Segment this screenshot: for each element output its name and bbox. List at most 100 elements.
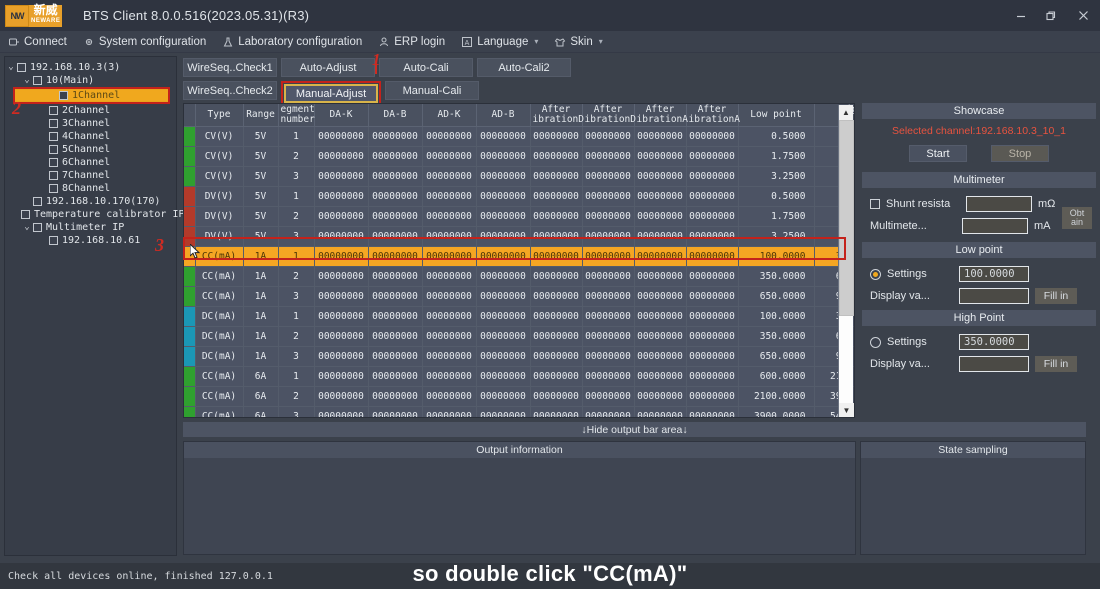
tree-item[interactable]: 3Channel — [5, 117, 176, 130]
hide-output-bar-button[interactable]: ↓Hide output bar area↓ — [183, 422, 1086, 437]
table-row[interactable]: DC(mA) 1A 3 00000000 00000000 00000000 0000000… — [184, 346, 854, 367]
table-row[interactable]: CC(mA) 6A 1 00000000 00000000 00000000 0000000… — [184, 366, 854, 387]
table-row-selected[interactable]: CC(mA) 1A 1 00000000 00000000 00000000 0000000… — [184, 246, 854, 267]
device-tree[interactable]: ⌄ 192.168.10.3(3) ⌄ 10(Main) 1Channel 2Channe… — [5, 57, 185, 247]
tree-item[interactable]: Temperature calibrator IP — [5, 208, 185, 221]
tree-checkbox[interactable] — [21, 210, 30, 219]
tree-item[interactable]: 8Channel — [5, 182, 176, 195]
tree-item[interactable]: 7Channel — [5, 169, 176, 182]
tree-item[interactable]: 4Channel — [5, 130, 176, 143]
tree-checkbox[interactable] — [49, 119, 58, 128]
tree-item[interactable]: 192.168.10.170(170) — [5, 195, 176, 208]
tree-checkbox[interactable] — [49, 236, 58, 245]
column-header[interactable]: After ibrationD — [530, 104, 584, 127]
tree-item[interactable]: 5Channel — [5, 143, 176, 156]
tree-checkbox[interactable] — [49, 145, 58, 154]
tab-manual-cali[interactable]: Manual-Cali — [385, 81, 479, 100]
shunt-resistance-checkbox[interactable] — [870, 199, 880, 209]
cell-type: CC(mA) — [195, 286, 244, 307]
row-status-strip — [184, 406, 196, 417]
tree-item[interactable]: ⌄ Multimeter IP — [5, 221, 176, 234]
high-point-settings-input[interactable]: 350.0000 — [959, 334, 1029, 350]
tree-checkbox[interactable] — [49, 171, 58, 180]
multimeter-input[interactable] — [962, 218, 1028, 234]
table-row[interactable]: DC(mA) 1A 1 00000000 00000000 00000000 0000000… — [184, 306, 854, 327]
column-header[interactable]: After ibrationD — [582, 104, 636, 127]
tab-auto-cali[interactable]: Auto-Cali — [379, 58, 473, 77]
table-row[interactable]: DV(V) 5V 1 00000000 00000000 00000000 00000000… — [184, 186, 854, 207]
obtain-button[interactable]: Obt ain — [1062, 207, 1092, 229]
low-point-settings-radio[interactable] — [870, 268, 881, 280]
column-header[interactable]: DA-K — [314, 104, 369, 127]
tree-checkbox[interactable] — [49, 106, 58, 115]
expand-collapse-icon[interactable]: ⌄ — [21, 74, 33, 87]
tab-manual-adjust[interactable]: Manual-Adjust — [284, 84, 378, 103]
column-header[interactable]: egment number — [278, 104, 315, 127]
tree-checkbox[interactable] — [33, 223, 42, 232]
menu-item-skin[interactable]: Skin ▾ — [546, 31, 610, 53]
tree-item[interactable]: 6Channel — [5, 156, 176, 169]
scroll-down-icon[interactable]: ▼ — [839, 403, 854, 417]
cell-adb: 00000000 — [476, 146, 531, 167]
table-row[interactable]: CC(mA) 6A 2 00000000 00000000 00000000 0000000… — [184, 386, 854, 407]
cell-a4: 00000000 — [686, 406, 739, 417]
column-header[interactable]: DA-B — [368, 104, 423, 127]
menu-item-language[interactable]: A Language ▾ — [453, 31, 546, 53]
expand-collapse-icon[interactable]: ⌄ — [5, 61, 17, 74]
menu-item-connect[interactable]: Connect — [0, 31, 75, 53]
table-row[interactable]: DV(V) 5V 3 00000000 00000000 00000000 00000000… — [184, 226, 854, 247]
table-row[interactable]: CV(V) 5V 2 00000000 00000000 00000000 00000000… — [184, 146, 854, 167]
column-header[interactable]: Type — [195, 104, 244, 127]
column-header[interactable]: AD-B — [476, 104, 531, 127]
column-header[interactable]: Low point — [738, 104, 815, 127]
tab-wireseq-check2[interactable]: WireSeq..Check2 — [183, 81, 277, 100]
table-row[interactable]: CC(mA) 1A 2 00000000 00000000 00000000 0000000… — [184, 266, 854, 287]
stop-button[interactable]: Stop — [991, 145, 1049, 162]
menu-item-erp-login[interactable]: ERP login — [370, 31, 453, 53]
table-row[interactable]: CV(V) 5V 3 00000000 00000000 00000000 00000000… — [184, 166, 854, 187]
table-row[interactable]: CV(V) 5V 1 00000000 00000000 00000000 00000000… — [184, 126, 854, 147]
tree-checkbox[interactable] — [33, 76, 42, 85]
tree-item[interactable]: 2Channel — [5, 104, 176, 117]
column-header[interactable]: After ibrationA — [634, 104, 688, 127]
column-header[interactable]: After ibrationA — [686, 104, 740, 127]
tree-checkbox[interactable] — [49, 184, 58, 193]
column-header[interactable]: AD-K — [422, 104, 477, 127]
restore-icon[interactable] — [1036, 0, 1066, 31]
column-header[interactable]: Range — [243, 104, 279, 127]
low-point-fill-in-button[interactable]: Fill in — [1035, 288, 1077, 304]
table-row[interactable]: CC(mA) 1A 3 00000000 00000000 00000000 0000000… — [184, 286, 854, 307]
tree-checkbox[interactable] — [49, 132, 58, 141]
table-row[interactable]: DV(V) 5V 2 00000000 00000000 00000000 00000000… — [184, 206, 854, 227]
high-point-settings-radio[interactable] — [870, 336, 881, 348]
low-point-settings-input[interactable]: 100.0000 — [959, 266, 1029, 282]
tree-checkbox[interactable] — [59, 91, 68, 100]
calibration-table[interactable]: Type Range egment number DA-K DA-B AD-K AD-B Aft… — [183, 103, 855, 418]
tree-item[interactable]: ⌄ 10(Main) — [5, 74, 176, 87]
tab-wireseq-check1[interactable]: WireSeq..Check1 — [183, 58, 277, 77]
tab-auto-adjust[interactable]: Auto-Adjust — [281, 58, 375, 77]
low-point-display-input[interactable] — [959, 288, 1029, 304]
start-button[interactable]: Start — [909, 145, 967, 162]
high-point-display-input[interactable] — [959, 356, 1029, 372]
menu-item-laboratory-configuration[interactable]: Laboratory configuration — [214, 31, 370, 53]
scrollbar-thumb[interactable] — [839, 120, 854, 316]
tree-item-selected[interactable]: 1Channel — [15, 89, 168, 102]
tree-checkbox[interactable] — [17, 63, 26, 72]
tree-checkbox[interactable] — [33, 197, 42, 206]
window-title: BTS Client 8.0.0.516(2023.05.31)(R3) — [83, 8, 310, 23]
tree-item[interactable]: ⌄ 192.168.10.3(3) — [5, 61, 176, 74]
tab-auto-cali2[interactable]: Auto-Cali2 — [477, 58, 571, 77]
table-row[interactable]: DC(mA) 1A 2 00000000 00000000 00000000 0000000… — [184, 326, 854, 347]
minimize-icon[interactable] — [1006, 0, 1036, 31]
tree-checkbox[interactable] — [49, 158, 58, 167]
shunt-resistance-input[interactable] — [966, 196, 1032, 212]
high-point-fill-in-button[interactable]: Fill in — [1035, 356, 1077, 372]
expand-collapse-icon[interactable]: ⌄ — [21, 221, 33, 234]
close-icon[interactable] — [1066, 0, 1100, 31]
scroll-up-icon[interactable]: ▲ — [839, 105, 853, 120]
table-row[interactable]: CC(mA) 6A 3 00000000 00000000 00000000 0000000… — [184, 406, 854, 417]
tree-item[interactable]: 192.168.10.61 — [5, 234, 176, 247]
table-scrollbar[interactable]: ▲ ▼ — [838, 105, 854, 417]
menu-item-system-configuration[interactable]: System configuration — [75, 31, 214, 53]
